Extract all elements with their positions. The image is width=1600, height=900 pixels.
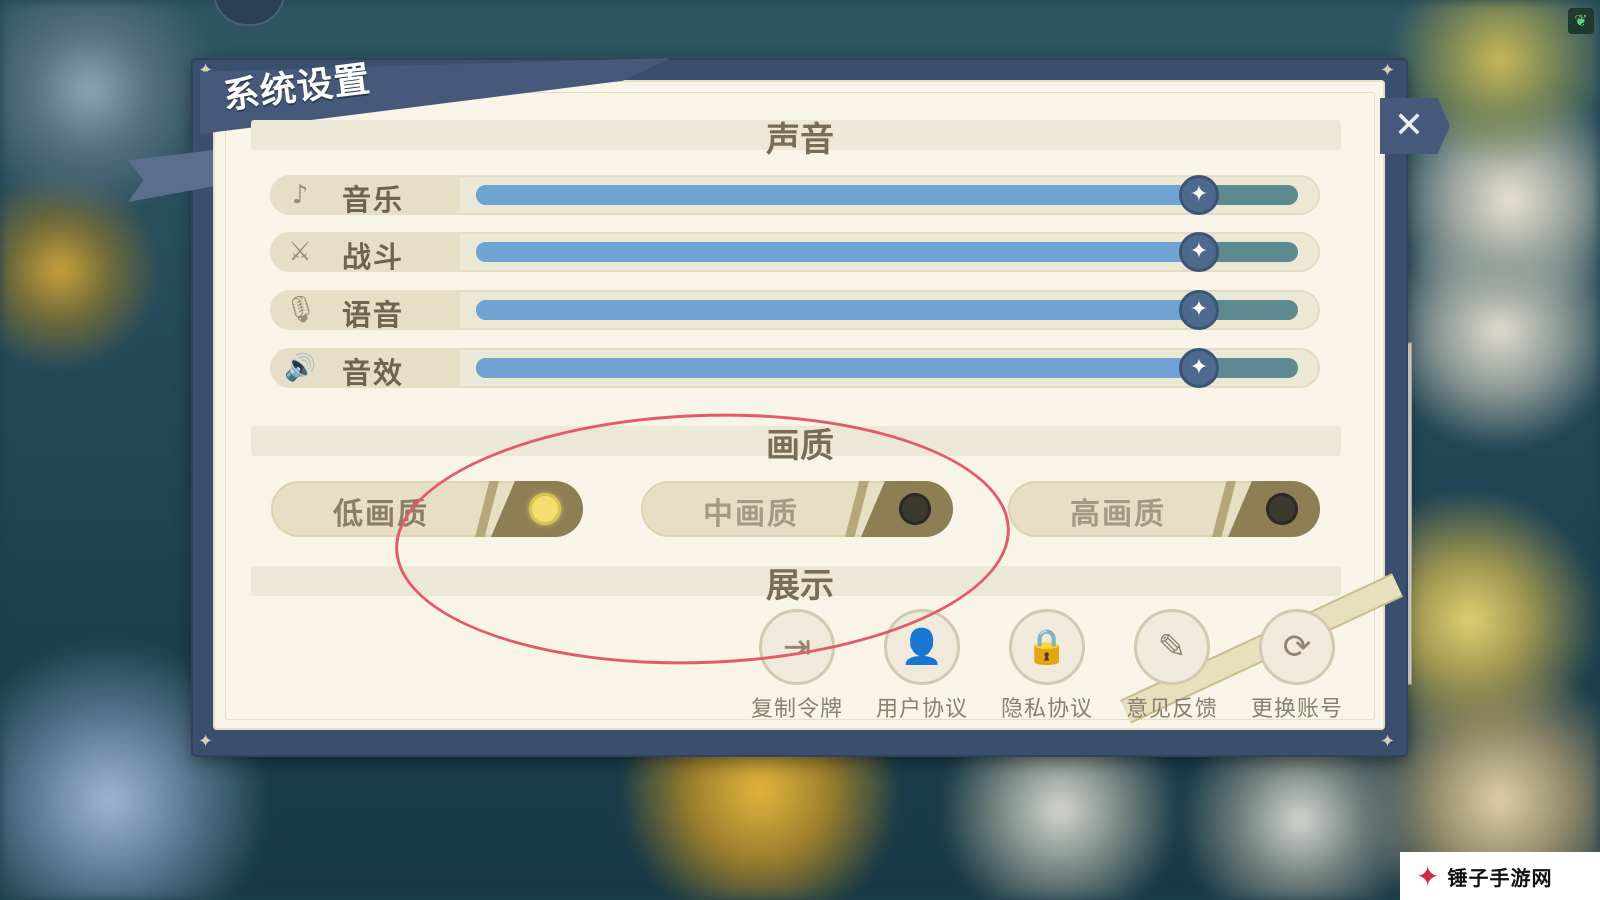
user-agreement-icon: 👤 <box>900 627 944 667</box>
action-button[interactable]: ⟳ 更换账号 <box>1242 609 1352 722</box>
action-icon-circle: 👤 <box>884 609 960 685</box>
quality-option[interactable]: 中画质 <box>641 481 953 537</box>
action-icon-circle: ⇥ <box>759 609 835 685</box>
quality-option-label: 低画质 <box>333 497 429 532</box>
action-icon-circle: 🔒 <box>1009 609 1085 685</box>
privacy-lock-icon: 🔒 <box>1025 627 1069 667</box>
corner-star-icon: ✦ <box>198 731 214 752</box>
slider-row: ♪ 音乐 ✦ <box>270 175 1320 217</box>
action-icon-circle: ✎ <box>1134 609 1210 685</box>
section-title-sound: 声音 <box>766 120 834 160</box>
section-title-quality: 画质 <box>766 426 834 466</box>
sparkle-icon: ✦ <box>1189 297 1209 322</box>
corner-star-icon: ✦ <box>1380 60 1396 81</box>
section-title-display: 展示 <box>766 566 834 606</box>
slider-knob[interactable]: ✦ <box>1179 290 1219 330</box>
microphone-icon: 🎙 <box>284 295 318 325</box>
slider-row: ⚔ 战斗 ✦ <box>270 232 1320 274</box>
leaf-icon: ❦ <box>1568 8 1594 34</box>
action-label: 隐私协议 <box>1000 697 1093 722</box>
slider-fill <box>476 242 1199 262</box>
quality-radio-indicator[interactable] <box>529 493 561 525</box>
action-label: 更换账号 <box>1250 697 1343 722</box>
slider-label: 语音 <box>342 298 405 332</box>
sparkle-icon: ✦ <box>1189 239 1209 264</box>
switch-account-icon: ⟳ <box>1282 627 1312 667</box>
action-label: 意见反馈 <box>1125 697 1218 722</box>
slider-label: 音乐 <box>342 183 405 217</box>
watermark-star-icon: ✦ <box>1416 859 1440 893</box>
action-button[interactable]: ✎ 意见反馈 <box>1117 609 1227 722</box>
sparkle-icon: ✦ <box>1189 355 1209 380</box>
quality-option-label: 中画质 <box>703 497 799 532</box>
slider-knob[interactable]: ✦ <box>1179 348 1219 388</box>
slider-knob[interactable]: ✦ <box>1179 175 1219 215</box>
watermark-text: 锤子手游网 <box>1447 865 1553 890</box>
slider-knob[interactable]: ✦ <box>1179 232 1219 272</box>
slider-fill <box>476 358 1199 378</box>
music-note-icon: ♪ <box>291 180 309 210</box>
action-button[interactable]: 👤 用户协议 <box>867 609 977 722</box>
slider-label: 战斗 <box>342 240 405 274</box>
slider-row: 🎙 语音 ✦ <box>270 290 1320 332</box>
feedback-edit-icon: ✎ <box>1157 627 1187 667</box>
quality-option-label: 高画质 <box>1070 497 1166 532</box>
quality-option[interactable]: 高画质 <box>1008 481 1320 537</box>
volume-slider[interactable]: ✦ <box>476 232 1298 272</box>
watermark: ✦ 锤子手游网 <box>1400 852 1600 900</box>
action-button[interactable]: 🔒 隐私协议 <box>992 609 1102 722</box>
copy-token-icon: ⇥ <box>782 627 812 667</box>
slider-fill <box>476 300 1199 320</box>
slider-fill <box>476 185 1199 205</box>
action-button[interactable]: ⇥ 复制令牌 <box>742 609 852 722</box>
speaker-icon: 🔊 <box>284 353 317 383</box>
slider-label: 音效 <box>342 356 405 390</box>
corner-star-icon: ✦ <box>1380 731 1396 752</box>
volume-slider[interactable]: ✦ <box>476 348 1298 388</box>
action-label: 复制令牌 <box>750 697 843 722</box>
volume-slider[interactable]: ✦ <box>476 175 1298 215</box>
volume-slider[interactable]: ✦ <box>476 290 1298 330</box>
slider-row: 🔊 音效 ✦ <box>270 348 1320 390</box>
action-label: 用户协议 <box>875 697 968 722</box>
action-icon-circle: ⟳ <box>1259 609 1335 685</box>
quality-radio-indicator[interactable] <box>899 493 931 525</box>
crossed-swords-icon: ⚔ <box>288 237 312 267</box>
quality-option[interactable]: 低画质 <box>271 481 583 537</box>
quality-radio-indicator[interactable] <box>1266 493 1298 525</box>
sparkle-icon: ✦ <box>1189 182 1209 207</box>
